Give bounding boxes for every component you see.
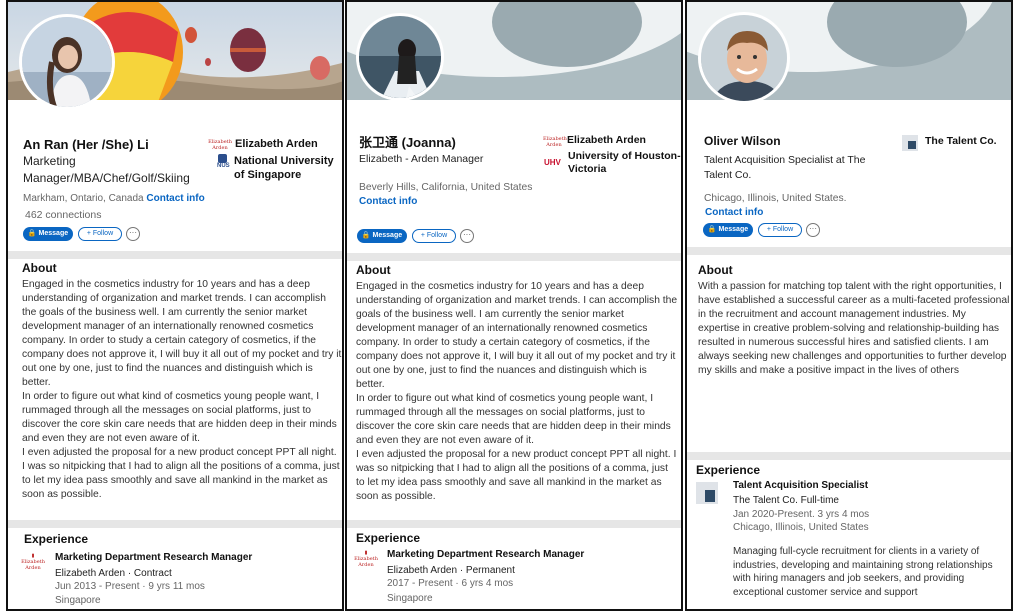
experience-description: Managing full-cycle recruitment for clie… [733, 546, 993, 598]
avatar[interactable] [356, 13, 444, 101]
experience-location: Chicago, Illinois, United States [733, 522, 869, 533]
logo-text: Elizabeth Arden [21, 559, 45, 571]
profile-name: An Ran (Her /She) Li [23, 137, 149, 152]
nus-logo: NUS [217, 154, 230, 176]
elizabeth-arden-logo: Elizabeth Arden [543, 136, 567, 148]
section-divider [8, 251, 342, 259]
about-text: Engaged in the cosmetics industry for 10… [356, 281, 678, 502]
contact-info-link[interactable]: Contact info [705, 207, 763, 218]
avatar[interactable] [19, 14, 115, 110]
location: Chicago, Illinois, United States. [704, 193, 847, 204]
section-divider [347, 520, 681, 528]
company-link[interactable]: The Talent Co. [925, 134, 997, 149]
experience-heading: Experience [356, 531, 421, 545]
message-label: Message [372, 232, 403, 239]
experience-role: Marketing Department Research Manager [55, 552, 253, 563]
profile-headline-line2: Manager/MBA/Chef/Golf/Skiing [23, 171, 190, 185]
education-link[interactable]: National University of Singapore [234, 154, 342, 182]
about-heading: About [22, 261, 57, 275]
profile-card-joanna: 张卫通 (Joanna) Elizabeth - Arden Manager E… [345, 0, 683, 611]
uhv-logo: UHV [544, 158, 561, 167]
profile-headline: Elizabeth - Arden Manager [359, 153, 484, 165]
location: Markham, Ontario, Canada [23, 193, 144, 204]
section-divider [687, 452, 1011, 460]
logo-text: Elizabeth Arden [543, 136, 567, 148]
follow-button[interactable]: + Follow [758, 223, 802, 237]
experience-dates: Jan 2020-Present. 3 yrs 4 mos [733, 509, 870, 520]
experience-company: The Talent Co. Full-time [733, 495, 839, 506]
experience-dates: 2017 - Present · 6 yrs 4 mos [387, 578, 514, 589]
contact-info-link[interactable]: Contact info [146, 193, 204, 204]
message-label: Message [718, 226, 749, 233]
follow-button[interactable]: + Follow [412, 229, 456, 243]
logo-text: NUS [217, 163, 230, 169]
experience-company: Elizabeth Arden · Contract [55, 568, 172, 579]
experience-role: Marketing Department Research Manager [387, 549, 585, 560]
elizabeth-arden-logo: Elizabeth Arden [208, 139, 232, 151]
profile-headline-line2: Talent Co. [704, 169, 752, 181]
section-divider [687, 247, 1011, 255]
message-button[interactable]: 🔒 Message [23, 227, 73, 241]
profile-headline-line1: Talent Acquisition Specialist at The [704, 154, 866, 166]
experience-location: Singapore [387, 593, 433, 604]
logo-text: Elizabeth Arden [208, 139, 232, 151]
logo-text: Elizabeth Arden [354, 556, 378, 568]
profile-headline-line1: Marketing [23, 154, 76, 168]
follow-button[interactable]: + Follow [78, 227, 122, 241]
more-options-button[interactable]: ··· [806, 223, 820, 237]
talent-co-logo [696, 482, 718, 504]
experience-heading: Experience [696, 463, 761, 477]
talent-co-logo [902, 135, 918, 151]
about-text: Engaged in the cosmetics industry for 10… [22, 279, 342, 500]
section-divider [8, 520, 342, 528]
experience-company: Elizabeth Arden · Permanent [387, 565, 515, 576]
more-options-button[interactable]: ··· [460, 229, 474, 243]
profile-card-oliver: Oliver Wilson Talent Acquisition Special… [685, 0, 1013, 611]
experience-heading: Experience [24, 532, 89, 546]
connections-count[interactable]: 462 connections [25, 208, 101, 223]
elizabeth-arden-logo: ▮ Elizabeth Arden [354, 550, 378, 568]
more-options-button[interactable]: ··· [126, 227, 140, 241]
profile-card-an-ran: An Ran (Her /She) Li Marketing Manager/M… [6, 0, 344, 611]
contact-info-link[interactable]: Contact info [359, 196, 417, 207]
experience-dates: Jun 2013 - Present · 9 yrs 11 mos [55, 581, 205, 592]
profile-name: 张卫通 (Joanna) [359, 135, 456, 150]
experience-role: Talent Acquisition Specialist [733, 480, 869, 491]
location: Beverly Hills, California, United States [359, 182, 533, 193]
experience-location: Singapore [55, 595, 101, 606]
about-heading: About [698, 263, 733, 277]
education-link[interactable]: University of Houston-Victoria [568, 150, 681, 176]
section-divider [347, 253, 681, 261]
profile-name: Oliver Wilson [704, 134, 781, 148]
message-label: Message [38, 230, 69, 237]
location-text: Markham, Ontario, Canada Contact info [23, 191, 205, 206]
company-link[interactable]: Elizabeth Arden [235, 137, 318, 152]
message-button[interactable]: 🔒 Message [703, 223, 753, 237]
elizabeth-arden-logo: ▮ Elizabeth Arden [21, 553, 45, 571]
about-heading: About [356, 263, 391, 277]
about-text: With a passion for matching top talent w… [698, 281, 1010, 376]
company-link[interactable]: Elizabeth Arden [567, 133, 646, 148]
message-button[interactable]: 🔒 Message [357, 229, 407, 243]
avatar[interactable] [698, 12, 790, 104]
